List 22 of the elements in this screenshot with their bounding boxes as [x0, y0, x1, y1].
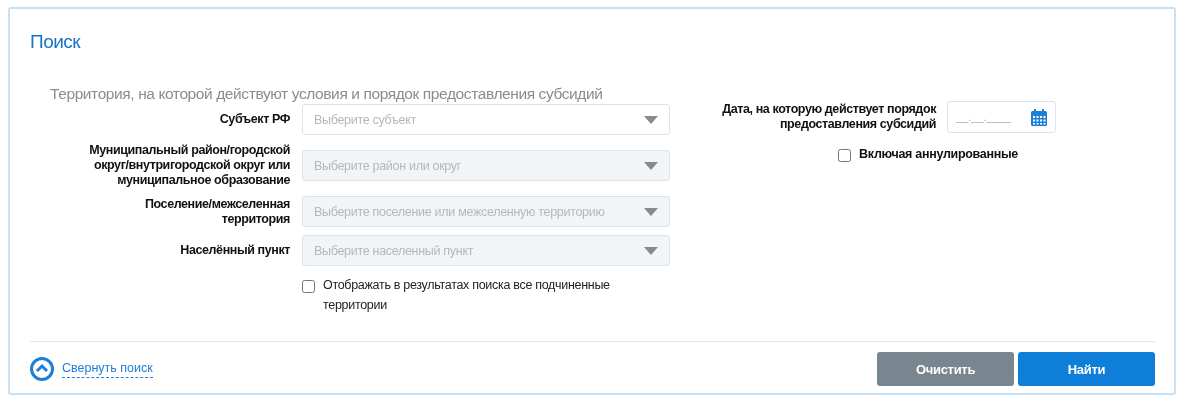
- field-label: Поселение/межселенная территория: [143, 196, 290, 227]
- checkbox[interactable]: [302, 280, 315, 293]
- checkbox-label: Включая аннулированные: [859, 146, 1018, 163]
- collapse-up-icon: [30, 357, 54, 381]
- collapse-search-link[interactable]: Свернуть поиск: [30, 357, 153, 381]
- section-heading: Территория, на которой действуют условия и порядок предоставления субсидий: [49, 85, 604, 103]
- select-field[interactable]: Выберите субъект: [302, 104, 670, 135]
- panel-title: Поиск: [30, 30, 82, 51]
- search-button[interactable]: Найти: [1018, 352, 1155, 386]
- dropdown-caret-icon: [644, 246, 658, 255]
- dropdown-caret-icon: [644, 161, 658, 170]
- field-label: Субъект РФ: [218, 112, 290, 127]
- dropdown-caret-icon: [644, 115, 658, 124]
- date-field[interactable]: __.__.____: [947, 101, 1056, 133]
- dropdown-caret-icon: [644, 207, 658, 216]
- field-label: Населённый пункт: [179, 243, 290, 258]
- checkbox-label: Отображать в результатах поиска все подчиненные территории: [323, 277, 611, 314]
- calendar-icon: [1031, 109, 1047, 126]
- checkbox[interactable]: [838, 149, 852, 162]
- field-label: Муниципальный район/городской округ/внутригородской округ или муниципальное образование: [88, 143, 290, 188]
- clear-button[interactable]: Очистить: [877, 352, 1014, 386]
- field-label: Дата, на которую действует порядок предоставления субсидий: [721, 102, 936, 132]
